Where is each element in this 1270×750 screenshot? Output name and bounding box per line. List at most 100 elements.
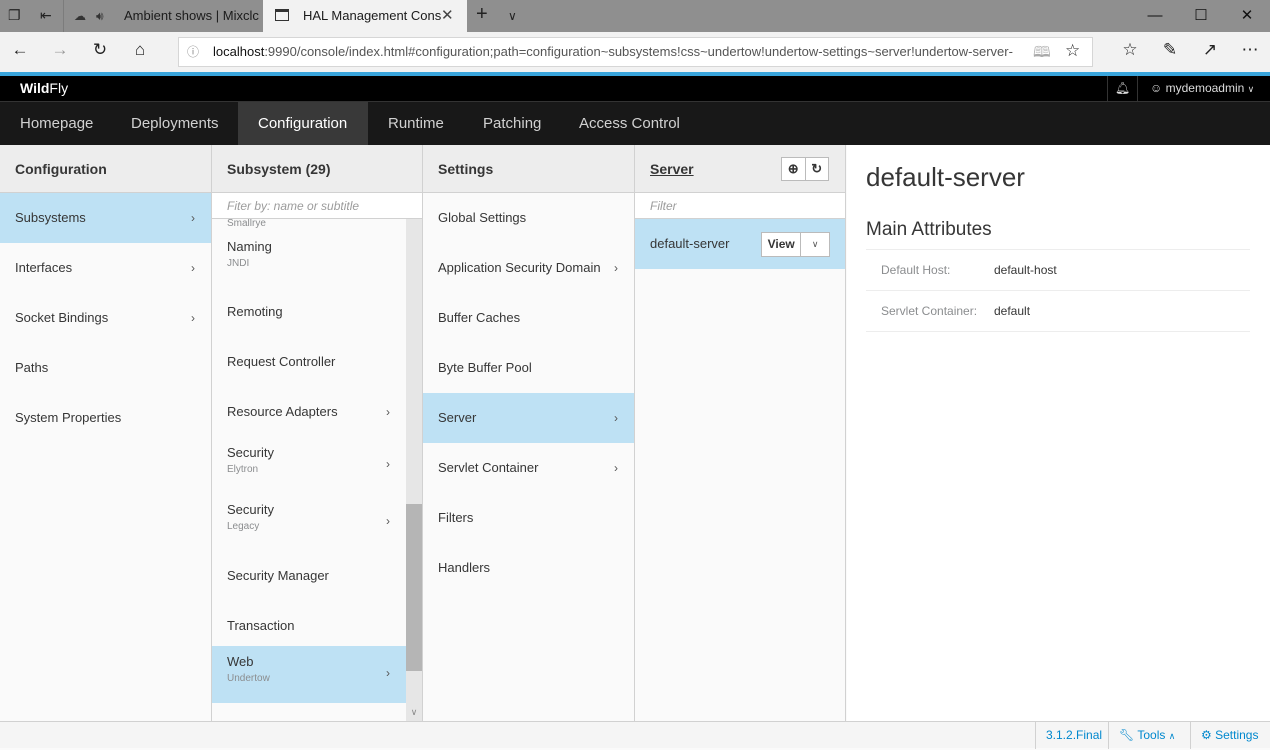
- chevron-right-icon: ›: [386, 514, 390, 528]
- tab-title: Ambient shows | Mixclc: [124, 8, 259, 23]
- tab-title: HAL Management Cons: [303, 8, 442, 23]
- attributes-list: Default Host: default-host Servlet Conta…: [866, 249, 1250, 332]
- wildfly-logo[interactable]: WildFly: [20, 80, 68, 96]
- nav-runtime[interactable]: Runtime: [368, 102, 464, 146]
- subsystem-item-security-legacy[interactable]: Security Legacy ›: [212, 494, 422, 551]
- url-path: :9990/console/index.html#configuration;p…: [264, 44, 1013, 59]
- config-item-paths[interactable]: Paths: [0, 343, 211, 393]
- url-host: localhost: [213, 44, 265, 59]
- chevron-right-icon: ›: [614, 461, 618, 475]
- reading-view-icon[interactable]: 🕮︎: [1033, 42, 1051, 67]
- wrench-icon: 🔧︎: [1119, 728, 1135, 742]
- nav-access-control[interactable]: Access Control: [559, 102, 700, 146]
- config-item-interfaces[interactable]: Interfaces ›: [0, 243, 211, 293]
- subsystem-list: Smallrye Naming JNDI Remoting Request Con…: [212, 219, 422, 721]
- item-actions-dropdown-icon[interactable]: ∨: [801, 233, 829, 256]
- settings-item-server[interactable]: Server ›: [423, 393, 634, 443]
- column-title-link[interactable]: Server: [650, 161, 694, 177]
- column-header: Server ⊕ ↻: [635, 145, 845, 193]
- maximize-icon[interactable]: ☐: [1178, 0, 1224, 32]
- close-window-icon[interactable]: ✕: [1224, 0, 1270, 32]
- settings-item-handlers[interactable]: Handlers: [423, 543, 634, 593]
- refresh-icon[interactable]: ↻: [806, 158, 829, 180]
- page-icon: [275, 9, 289, 21]
- config-item-system-properties[interactable]: System Properties: [0, 393, 211, 443]
- subsystem-item-transaction[interactable]: Transaction: [212, 601, 422, 651]
- view-button-group: View ∨: [761, 232, 830, 257]
- view-button[interactable]: View: [762, 233, 802, 256]
- share-icon[interactable]: ↗: [1198, 40, 1222, 60]
- subsystem-item-security-manager[interactable]: Security Manager: [212, 551, 422, 601]
- nav-homepage[interactable]: Homepage: [0, 102, 113, 146]
- favorites-icon[interactable]: ☆: [1118, 40, 1142, 60]
- forward-icon[interactable]: →: [48, 40, 72, 60]
- chevron-right-icon: ›: [386, 457, 390, 471]
- site-info-icon[interactable]: ⓘ: [187, 43, 199, 60]
- chevron-right-icon: ›: [614, 261, 618, 275]
- home-icon[interactable]: ⌂: [128, 40, 152, 60]
- version-link[interactable]: 3.1.2.Final: [1035, 722, 1112, 749]
- back-icon[interactable]: ←: [8, 40, 32, 60]
- close-tab-icon[interactable]: ✕: [441, 0, 454, 32]
- chevron-right-icon: ›: [191, 311, 195, 325]
- notifications-bell-icon[interactable]: 🔔︎: [1107, 76, 1137, 101]
- column-title: Subsystem (29): [212, 145, 422, 193]
- minimize-icon[interactable]: —: [1132, 0, 1178, 32]
- attribute-value: default-host: [994, 263, 1057, 277]
- set-aside-tabs-icon[interactable]: ⇤: [40, 7, 52, 24]
- chevron-down-icon: ∨: [1247, 84, 1255, 94]
- nav-patching[interactable]: Patching: [463, 102, 561, 146]
- add-circle-icon[interactable]: ⊕: [782, 158, 806, 180]
- user-name: mydemoadmin: [1165, 81, 1245, 95]
- server-item-default-server[interactable]: default-server View ∨: [635, 219, 845, 269]
- user-icon: ☺: [1150, 81, 1163, 95]
- new-tab-icon[interactable]: +: [476, 3, 488, 26]
- settings-item-filters[interactable]: Filters: [423, 493, 634, 543]
- brand-bar: WildFly 🔔︎ ☺ mydemoadmin ∨: [0, 76, 1270, 101]
- footer: 3.1.2.Final 🔧︎ Tools ∧ ⚙ Settings: [0, 721, 1270, 749]
- subsystem-item-web-undertow[interactable]: Web Undertow ›: [212, 646, 422, 703]
- settings-item-byte-buffer-pool[interactable]: Byte Buffer Pool: [423, 343, 634, 393]
- scrollbar-thumb[interactable]: [406, 504, 422, 671]
- speaker-icon[interactable]: 🔊︎: [96, 0, 104, 32]
- nav-configuration[interactable]: Configuration: [238, 102, 368, 146]
- tab-hal-management[interactable]: HAL Management Cons ✕: [263, 0, 467, 32]
- chevron-right-icon: ›: [191, 261, 195, 275]
- config-item-socket-bindings[interactable]: Socket Bindings ›: [0, 293, 211, 343]
- subsystem-item-request-controller[interactable]: Request Controller: [212, 337, 422, 387]
- server-filter-input[interactable]: Filter: [635, 193, 845, 219]
- column-title: Settings: [423, 145, 634, 193]
- refresh-icon[interactable]: ↻: [88, 40, 112, 60]
- url-input[interactable]: ⓘ localhost:9990/console/index.html#conf…: [178, 37, 1093, 67]
- config-item-subsystems[interactable]: Subsystems ›: [0, 193, 211, 243]
- section-title: Main Attributes: [866, 219, 992, 240]
- attribute-label: Default Host:: [881, 263, 951, 277]
- settings-item-global-settings[interactable]: Global Settings: [423, 193, 634, 243]
- settings-link[interactable]: ⚙ Settings: [1190, 722, 1268, 749]
- chevron-right-icon: ›: [386, 405, 390, 419]
- user-menu[interactable]: ☺ mydemoadmin ∨: [1137, 76, 1254, 101]
- tab-actions-icon[interactable]: ❐: [8, 7, 21, 24]
- pen-icon[interactable]: ✎: [1158, 40, 1182, 60]
- settings-column: Settings Global Settings Application Sec…: [423, 145, 635, 721]
- subsystem-item-resource-adapters[interactable]: Resource Adapters ›: [212, 387, 422, 437]
- more-icon[interactable]: ⋯: [1238, 40, 1262, 60]
- star-icon[interactable]: ☆: [1065, 41, 1080, 61]
- scrollbar-track[interactable]: ∨: [406, 219, 422, 721]
- subsystem-item-naming[interactable]: Naming JNDI: [212, 231, 422, 287]
- tab-preview-chevron-icon[interactable]: ∨: [508, 9, 517, 23]
- list-item-partial[interactable]: Smallrye: [212, 219, 422, 231]
- tools-menu[interactable]: 🔧︎ Tools ∧: [1108, 722, 1185, 749]
- settings-item-buffer-caches[interactable]: Buffer Caches: [423, 293, 634, 343]
- settings-item-application-security-domain[interactable]: Application Security Domain ›: [423, 243, 634, 293]
- scroll-down-arrow-icon[interactable]: ∨: [406, 707, 422, 721]
- settings-item-servlet-container[interactable]: Servlet Container ›: [423, 443, 634, 493]
- subsystem-item-security-elytron[interactable]: Security Elytron ›: [212, 437, 422, 494]
- subsystem-filter-input[interactable]: Fiter by: name or subtitle: [212, 193, 422, 219]
- chevron-right-icon: ›: [386, 666, 390, 680]
- server-column: Server ⊕ ↻ Filter default-server View ∨: [635, 145, 846, 721]
- attribute-label: Servlet Container:: [881, 304, 978, 318]
- nav-deployments[interactable]: Deployments: [111, 102, 239, 146]
- tab-ambient-shows[interactable]: ☁ 🔊︎ Ambient shows | Mixclc: [63, 0, 263, 32]
- subsystem-item-remoting[interactable]: Remoting: [212, 287, 422, 337]
